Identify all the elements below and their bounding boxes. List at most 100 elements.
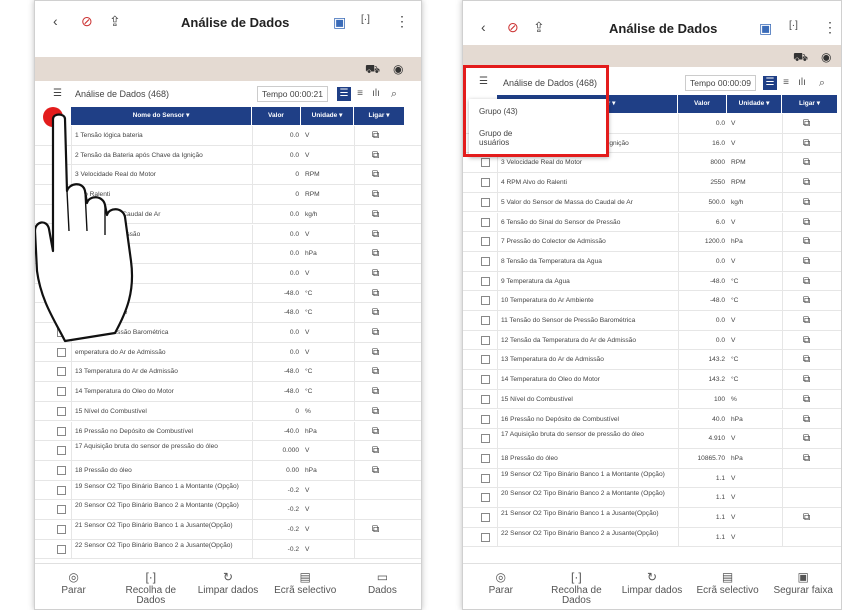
row-checkbox[interactable] — [481, 256, 490, 266]
table-row[interactable]: 22 Sensor O2 Tipo Binário Banco 2 a Jusa… — [463, 527, 841, 548]
link-icon[interactable]: ⧉ — [803, 433, 810, 444]
link-icon[interactable]: ⧉ — [803, 374, 810, 385]
graph-view-button[interactable]: ılı — [369, 87, 383, 101]
table-row[interactable]: 6 Tensão do Sinal do Sensor de Pressão 6.… — [463, 212, 841, 233]
graph-view-button[interactable]: ılı — [795, 76, 809, 90]
row-checkbox[interactable] — [57, 387, 66, 397]
link-icon[interactable]: ⧉ — [803, 295, 810, 306]
row-checkbox[interactable] — [481, 178, 490, 188]
link-icon[interactable]: ⧉ — [372, 426, 379, 437]
table-row[interactable]: 14 Temperatura do Óleo do Motor 143.2 °C ⧉ — [463, 370, 841, 390]
table-row[interactable]: 17 Aquisição bruta do sensor de pressão … — [35, 441, 421, 461]
table-row[interactable]: 13 Temperatura do Ar de Admissão 143.2 °C ⧉ — [463, 350, 841, 371]
table-row[interactable]: 16 Pressão no Depósito de Combustível -40… — [35, 421, 421, 442]
export-icon[interactable]: ⇪ — [533, 19, 545, 36]
row-checkbox[interactable] — [57, 525, 66, 534]
table-row[interactable]: 20 Sensor O2 Tipo Binário Banco 2 a Mont… — [463, 488, 841, 508]
bottom-button-0[interactable]: ◎ Parar — [35, 564, 112, 609]
row-checkbox[interactable] — [481, 355, 490, 365]
link-icon[interactable]: ⧉ — [372, 307, 379, 318]
dtc-icon[interactable]: ⊘ — [507, 19, 519, 36]
bottom-button-3[interactable]: ▤ Ecrã selectivo — [267, 564, 344, 609]
bottom-button-0[interactable]: ◎ Parar — [463, 564, 539, 609]
row-checkbox[interactable] — [57, 505, 66, 515]
row-checkbox[interactable] — [57, 465, 66, 475]
row-checkbox[interactable] — [481, 434, 490, 444]
row-checkbox[interactable] — [481, 335, 490, 345]
link-icon[interactable]: ⧉ — [803, 414, 810, 425]
table-row[interactable]: 15 Nível do Combustível 0% ⧉ — [35, 401, 421, 422]
bottom-button-1[interactable]: [·] Recolha de Dados — [112, 564, 189, 609]
link-icon[interactable]: ⧉ — [803, 276, 810, 287]
search-icon[interactable]: ⌕ — [815, 76, 829, 90]
table-row[interactable]: 5 Valor do Sensor de Massa do Caudal de … — [463, 192, 841, 213]
group-menu-icon[interactable]: ☰ — [53, 88, 62, 99]
row-checkbox[interactable] — [481, 394, 490, 404]
row-checkbox[interactable] — [481, 276, 490, 286]
export-icon[interactable]: ⇪ — [109, 13, 121, 30]
row-checkbox[interactable] — [481, 453, 490, 463]
row-checkbox[interactable] — [57, 544, 66, 554]
link-icon[interactable]: ⧉ — [803, 157, 810, 168]
back-icon[interactable]: ‹ — [53, 13, 58, 29]
link-icon[interactable]: ⧉ — [803, 197, 810, 208]
back-icon[interactable]: ‹ — [481, 19, 486, 35]
table-row[interactable]: 8 Tensão da Temperatura da Água 0.0 V ⧉ — [463, 251, 841, 272]
row-checkbox[interactable] — [481, 237, 490, 247]
table-row[interactable]: 20 Sensor O2 Tipo Binário Banco 2 a Mont… — [35, 500, 421, 520]
row-checkbox[interactable] — [481, 375, 490, 385]
table-row[interactable]: 13 Temperatura do Ar de Admissão -48.0 °C ⧉ — [35, 362, 421, 383]
bottom-button-2[interactable]: ↻ Limpar dados — [614, 564, 690, 609]
link-icon[interactable]: ⧉ — [803, 217, 810, 228]
table-row[interactable]: 21 Sensor O2 Tipo Binário Banco 1 a Jusa… — [463, 508, 841, 528]
list-view-button[interactable]: ☰ — [337, 87, 351, 101]
table-row[interactable]: 22 Sensor O2 Tipo Binário Banco 2 a Jusa… — [35, 539, 421, 560]
header-link[interactable]: Ligar ▾ — [354, 107, 404, 125]
row-checkbox[interactable] — [57, 485, 66, 495]
link-icon[interactable]: ⧉ — [803, 394, 810, 405]
link-icon[interactable]: ⧉ — [372, 130, 379, 141]
table-row[interactable]: 12 Tensão da Temperatura do Ar de Admiss… — [463, 330, 841, 351]
row-checkbox[interactable] — [481, 316, 490, 325]
list-view-button[interactable]: ☰ — [763, 76, 777, 90]
link-icon[interactable]: ⧉ — [372, 465, 379, 476]
row-checkbox[interactable] — [481, 414, 490, 424]
link-icon[interactable]: ⧉ — [803, 512, 810, 523]
vci-icon[interactable]: ▣ — [333, 14, 346, 31]
bottom-button-1[interactable]: [·] Recolha de Dados — [539, 564, 615, 609]
link-icon[interactable]: ⧉ — [372, 406, 379, 417]
more-icon[interactable]: ⋮ — [823, 19, 837, 36]
link-icon[interactable]: ⧉ — [372, 169, 379, 180]
car-icon[interactable]: ⛟ — [793, 50, 808, 66]
text-view-button[interactable]: ≡ — [353, 87, 367, 101]
link-icon[interactable]: ⧉ — [372, 268, 379, 279]
link-icon[interactable]: ⧉ — [803, 335, 810, 346]
table-row[interactable]: 7 Pressão do Colector de Admissão 1200.0 h… — [463, 232, 841, 252]
bottom-button-2[interactable]: ↻ Limpar dados — [189, 564, 266, 609]
row-checkbox[interactable] — [57, 367, 66, 377]
search-icon[interactable]: ⌕ — [387, 87, 401, 101]
link-icon[interactable]: ⧉ — [803, 315, 810, 326]
bottom-button-4[interactable]: ▭ Dados — [344, 564, 421, 609]
row-checkbox[interactable] — [57, 446, 66, 456]
record-icon[interactable]: ◉ — [393, 62, 403, 76]
header-unit[interactable]: Unidade ▾ — [301, 107, 353, 125]
link-icon[interactable]: ⧉ — [372, 229, 379, 240]
capture-icon[interactable]: [·] — [789, 20, 798, 31]
link-icon[interactable]: ⧉ — [372, 327, 379, 338]
table-row[interactable]: 10 Temperatura do Ar Ambiente -48.0 °C ⧉ — [463, 291, 841, 311]
link-icon[interactable]: ⧉ — [803, 354, 810, 365]
link-icon[interactable]: ⧉ — [372, 288, 379, 299]
more-icon[interactable]: ⋮ — [395, 13, 409, 30]
table-row[interactable]: 16 Pressão no Depósito de Combustível 40.… — [463, 409, 841, 430]
link-icon[interactable]: ⧉ — [803, 256, 810, 267]
dtc-icon[interactable]: ⊘ — [81, 13, 93, 30]
link-icon[interactable]: ⧉ — [803, 236, 810, 247]
link-icon[interactable]: ⧉ — [803, 453, 810, 464]
capture-icon[interactable]: [·] — [361, 14, 370, 25]
row-checkbox[interactable] — [481, 493, 490, 503]
link-icon[interactable]: ⧉ — [372, 445, 379, 456]
table-row[interactable]: 9 Temperatura da Água -48.0 °C ⧉ — [463, 271, 841, 292]
vci-icon[interactable]: ▣ — [759, 20, 772, 37]
link-icon[interactable]: ⧉ — [372, 524, 379, 535]
